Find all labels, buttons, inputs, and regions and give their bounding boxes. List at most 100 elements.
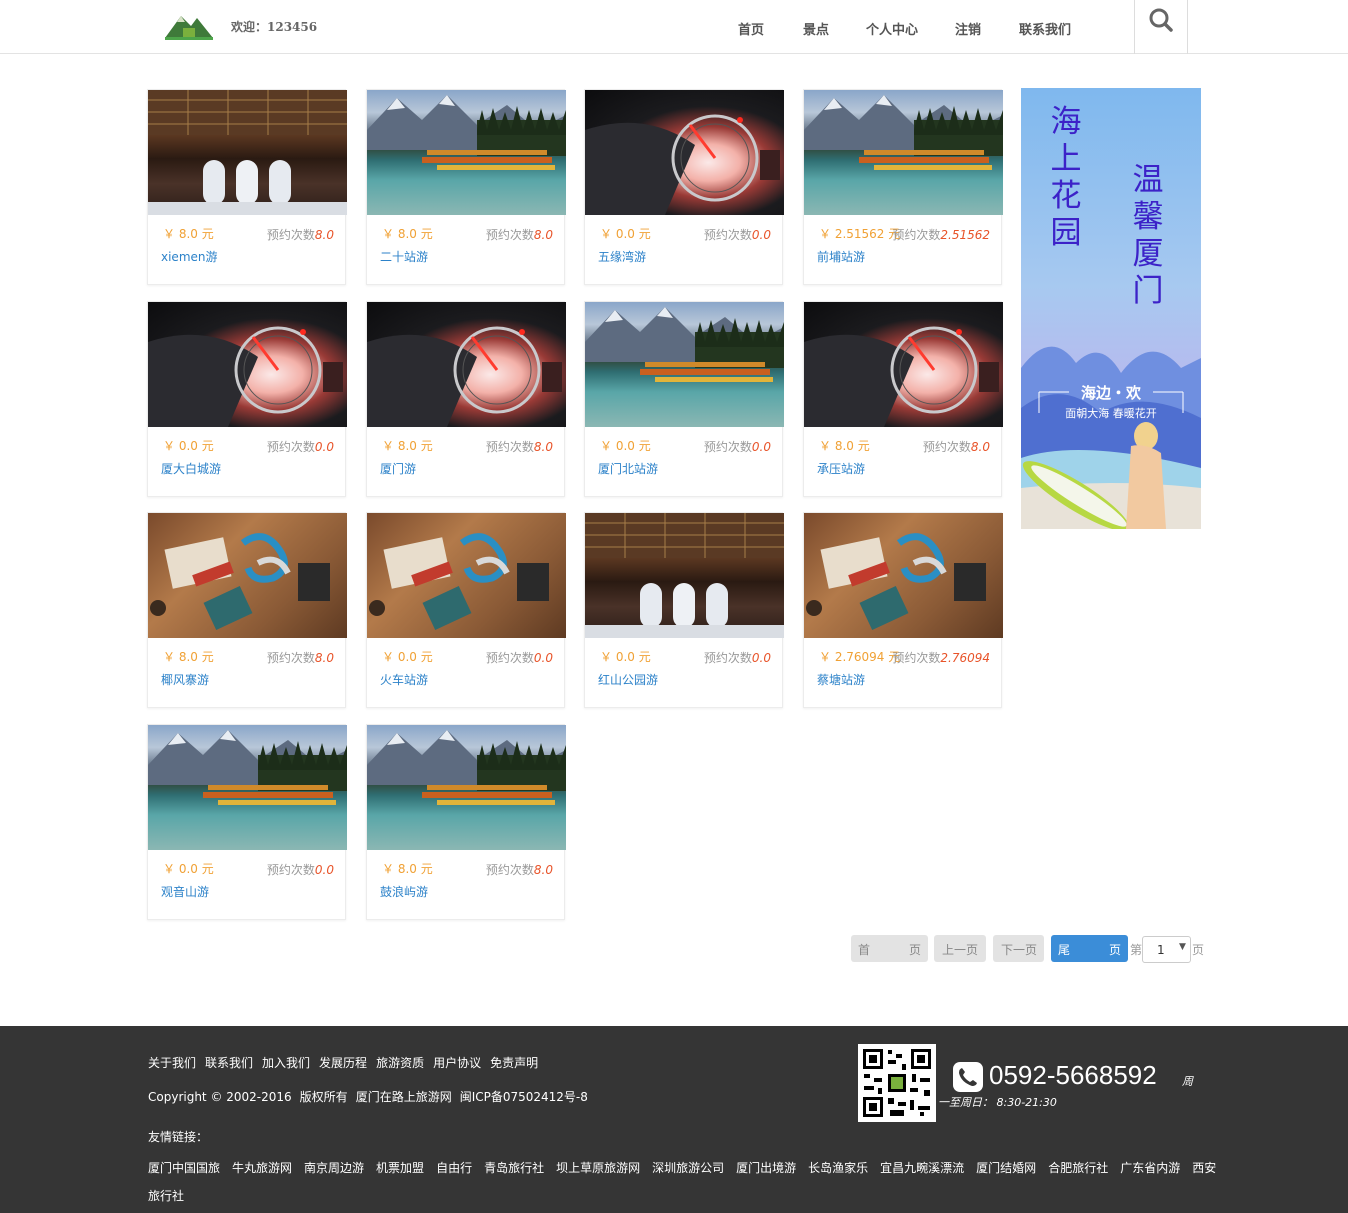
- footer-link-agreement[interactable]: 用户协议: [433, 1056, 481, 1070]
- booking-count: 预约次数8.0: [922, 440, 990, 454]
- attraction-thumbnail[interactable]: [804, 90, 1003, 215]
- attraction-name-link[interactable]: xiemen游: [161, 248, 218, 265]
- attraction-thumbnail[interactable]: [148, 725, 347, 850]
- attraction-name-link[interactable]: 二十站游: [380, 248, 428, 265]
- next-page-button[interactable]: 下一页: [993, 935, 1044, 962]
- attraction-name-link[interactable]: 椰风寨游: [161, 671, 209, 688]
- attraction-thumbnail[interactable]: [148, 302, 347, 427]
- friend-link[interactable]: 厦门结婚网: [976, 1161, 1036, 1175]
- attraction-name-link[interactable]: 火车站游: [380, 671, 428, 688]
- search-button[interactable]: [1134, 0, 1188, 54]
- attraction-name-link[interactable]: 承压站游: [817, 460, 865, 477]
- page-select[interactable]: 1 ▼: [1142, 936, 1191, 963]
- welcome-text: 欢迎：123456: [231, 20, 318, 34]
- booking-count: 预约次数8.0: [266, 228, 334, 242]
- attraction-name-link[interactable]: 厦门北站游: [598, 460, 658, 477]
- attraction-name-link[interactable]: 鼓浪屿游: [380, 883, 428, 900]
- banner-slogan: 海边・欢: [1080, 384, 1141, 402]
- booking-count-value: 8.0: [970, 440, 990, 454]
- first-page-button[interactable]: 首 页: [851, 935, 928, 962]
- footer-links: 关于我们 联系我们 加入我们 发展历程 旅游资质 用户协议 免责声明: [148, 1054, 547, 1071]
- attraction-price: ￥ 0.0 元: [382, 650, 433, 664]
- attraction-card[interactable]: ￥ 0.0 元 预约次数0.0 红山公园游: [584, 512, 784, 708]
- footer-link-license[interactable]: 旅游资质: [376, 1056, 424, 1070]
- attraction-name-link[interactable]: 厦大白城游: [161, 460, 221, 477]
- attraction-thumbnail[interactable]: [804, 302, 1003, 427]
- attraction-price: ￥ 8.0 元: [819, 439, 870, 453]
- attraction-thumbnail[interactable]: [367, 725, 566, 850]
- attraction-card[interactable]: ￥ 8.0 元 预约次数8.0 xiemen游: [147, 89, 347, 285]
- friend-link[interactable]: 厦门出境游: [736, 1161, 796, 1175]
- attraction-thumbnail[interactable]: [148, 513, 347, 638]
- footer-link-join[interactable]: 加入我们: [262, 1056, 310, 1070]
- banner-text-left: 海上花园: [1050, 104, 1082, 251]
- attraction-name-link[interactable]: 前埔站游: [817, 248, 865, 265]
- nav-home[interactable]: 首页: [738, 19, 764, 38]
- attraction-card[interactable]: ￥ 0.0 元 预约次数0.0 厦大白城游: [147, 301, 347, 497]
- attraction-price: ￥ 0.0 元: [600, 650, 651, 664]
- search-icon: [1149, 8, 1173, 32]
- booking-count: 预约次数8.0: [485, 863, 553, 877]
- attraction-thumbnail[interactable]: [367, 302, 566, 427]
- nav-attractions[interactable]: 景点: [803, 19, 829, 38]
- attraction-card[interactable]: ￥ 8.0 元 预约次数8.0 鼓浪屿游: [366, 724, 566, 920]
- friend-link[interactable]: 坝上草原旅游网: [556, 1161, 640, 1175]
- footer-link-disclaimer[interactable]: 免责声明: [490, 1056, 538, 1070]
- nav-contact[interactable]: 联系我们: [1019, 19, 1071, 38]
- attraction-name-link[interactable]: 五缘湾游: [598, 248, 646, 265]
- footer-link-about[interactable]: 关于我们: [148, 1056, 196, 1070]
- attraction-thumbnail[interactable]: [148, 90, 347, 215]
- qr-code: [858, 1044, 936, 1122]
- attraction-thumbnail[interactable]: [804, 513, 1003, 638]
- footer-link-contact[interactable]: 联系我们: [205, 1056, 253, 1070]
- nav-user-center[interactable]: 个人中心: [866, 19, 918, 38]
- attraction-thumbnail[interactable]: [585, 302, 784, 427]
- attraction-thumbnail[interactable]: [367, 513, 566, 638]
- attraction-card[interactable]: ￥ 0.0 元 预约次数0.0 观音山游: [147, 724, 347, 920]
- attraction-price: ￥ 2.51562 元: [819, 227, 901, 241]
- attraction-name-link[interactable]: 厦门游: [380, 460, 416, 477]
- phone-icon: [953, 1062, 983, 1092]
- friend-link[interactable]: 自由行: [436, 1161, 472, 1175]
- booking-count: 预约次数0.0: [703, 651, 771, 665]
- promo-banner[interactable]: 海上花园 温馨厦门 海边・欢 面朝大海 春暖花开: [1021, 88, 1201, 529]
- attraction-thumbnail[interactable]: [367, 90, 566, 215]
- nav-logout[interactable]: 注销: [955, 19, 981, 38]
- attraction-card[interactable]: ￥ 0.0 元 预约次数0.0 火车站游: [366, 512, 566, 708]
- friend-link[interactable]: 长岛渔家乐: [808, 1161, 868, 1175]
- attraction-thumbnail[interactable]: [585, 513, 784, 638]
- attraction-card[interactable]: ￥ 8.0 元 预约次数8.0 二十站游: [366, 89, 566, 285]
- booking-count-value: 0.0: [314, 863, 334, 877]
- service-hours-label: 周: [1182, 1075, 1193, 1088]
- attraction-card[interactable]: ￥ 0.0 元 预约次数0.0 厦门北站游: [584, 301, 784, 497]
- attraction-name-link[interactable]: 蔡塘站游: [817, 671, 865, 688]
- friend-link[interactable]: 青岛旅行社: [484, 1161, 544, 1175]
- friend-link[interactable]: 机票加盟: [376, 1161, 424, 1175]
- last-page-button[interactable]: 尾 页: [1051, 935, 1128, 962]
- booking-count-value: 0.0: [751, 228, 771, 242]
- booking-count: 预约次数0.0: [485, 651, 553, 665]
- attraction-card[interactable]: ￥ 0.0 元 预约次数0.0 五缘湾游: [584, 89, 784, 285]
- attraction-name-link[interactable]: 红山公园游: [598, 671, 658, 688]
- footer-link-history[interactable]: 发展历程: [319, 1056, 367, 1070]
- attraction-card[interactable]: ￥ 2.76094 元预约次数2.76094 蔡塘站游: [803, 512, 1003, 708]
- attraction-thumbnail[interactable]: [585, 90, 784, 215]
- banner-text-right: 温馨厦门: [1132, 162, 1164, 309]
- page-select-value: 1: [1157, 943, 1165, 957]
- attraction-name-link[interactable]: 观音山游: [161, 883, 209, 900]
- attraction-card[interactable]: ￥ 8.0 元 预约次数8.0 承压站游: [803, 301, 1003, 497]
- friend-link[interactable]: 广东省内游: [1120, 1161, 1180, 1175]
- attraction-card[interactable]: ￥ 2.51562 元预约次数2.51562 前埔站游: [803, 89, 1003, 285]
- attraction-card[interactable]: ￥ 8.0 元 预约次数8.0 椰风寨游: [147, 512, 347, 708]
- friend-link[interactable]: 南京周边游: [304, 1161, 364, 1175]
- attraction-card[interactable]: ￥ 8.0 元 预约次数8.0 厦门游: [366, 301, 566, 497]
- friend-link[interactable]: 合肥旅行社: [1048, 1161, 1108, 1175]
- friend-link[interactable]: 牛丸旅游网: [232, 1161, 292, 1175]
- friend-link[interactable]: 厦门中国国旅: [148, 1161, 220, 1175]
- friend-link[interactable]: 宜昌九畹溪漂流: [880, 1161, 964, 1175]
- prev-page-button[interactable]: 上一页: [934, 935, 986, 962]
- friend-links-title: 友情链接：: [148, 1130, 209, 1144]
- friend-link[interactable]: 深圳旅游公司: [652, 1161, 724, 1175]
- top-header: 欢迎：123456 首页 景点 个人中心 注销 联系我们: [0, 0, 1348, 54]
- site-logo[interactable]: [163, 10, 215, 40]
